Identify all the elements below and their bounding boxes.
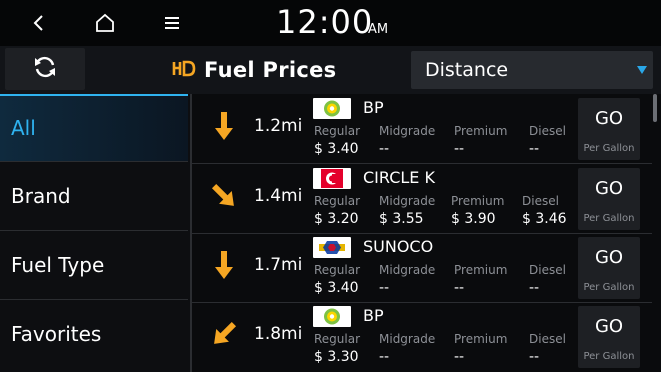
refresh-button[interactable] — [5, 48, 85, 90]
midgrade-price: -- — [379, 349, 390, 365]
midgrade-price: -- — [379, 141, 390, 157]
diesel-price: -- — [529, 280, 540, 296]
down-arrow-icon — [215, 251, 233, 279]
per-gallon-label: Per Gallon — [583, 213, 635, 224]
circle-k-logo — [313, 168, 351, 189]
midgrade-label: Midgrade — [379, 194, 436, 208]
home-icon[interactable] — [90, 8, 120, 38]
go-label: GO — [594, 178, 624, 199]
midgrade-label: Midgrade — [379, 332, 436, 346]
menu-item-brand[interactable]: Brand — [0, 162, 188, 231]
midgrade-label: Midgrade — [379, 124, 436, 138]
station-row[interactable]: 1.4mi CIRCLE K Regular Midgrade Premium … — [192, 164, 652, 234]
down-right-arrow-icon — [211, 183, 234, 206]
bp-logo — [313, 306, 351, 327]
go-button[interactable]: GO Per Gallon — [578, 237, 640, 299]
per-gallon-label: Per Gallon — [583, 282, 635, 293]
menu-item-label: Favorites — [11, 322, 102, 346]
midgrade-price: -- — [379, 280, 390, 296]
menu-item-label: Brand — [11, 184, 71, 208]
premium-price: -- — [454, 349, 465, 365]
sort-dropdown[interactable]: Distance — [411, 51, 653, 89]
back-icon[interactable] — [24, 8, 54, 38]
diesel-label: Diesel — [522, 194, 559, 208]
diesel-label: Diesel — [529, 124, 566, 138]
down-arrow-icon — [215, 112, 233, 140]
midgrade-label: Midgrade — [379, 263, 436, 277]
premium-label: Premium — [451, 194, 505, 208]
go-label: GO — [594, 247, 624, 268]
menu-item-favorites[interactable]: Favorites — [0, 300, 188, 368]
diesel-label: Diesel — [529, 263, 566, 277]
menu-item-label: All — [11, 116, 36, 140]
premium-price: -- — [454, 141, 465, 157]
regular-price: $ 3.40 — [314, 280, 359, 296]
station-name: CIRCLE K — [363, 168, 435, 187]
go-button[interactable]: GO Per Gallon — [578, 306, 640, 368]
diesel-price: $ 3.46 — [522, 211, 567, 227]
regular-label: Regular — [314, 194, 361, 208]
go-button[interactable]: GO Per Gallon — [578, 168, 640, 230]
refresh-icon — [32, 54, 58, 84]
station-distance: 1.7mi — [254, 255, 303, 275]
station-row[interactable]: 1.8mi BP Regular Midgrade Premium Diesel… — [192, 302, 652, 371]
regular-price: $ 3.30 — [314, 349, 359, 365]
down-left-arrow-icon — [214, 321, 237, 344]
regular-label: Regular — [314, 124, 361, 138]
bp-logo — [313, 98, 351, 119]
station-name: BP — [363, 98, 384, 117]
sunoco-logo — [313, 237, 351, 258]
page-title-group: Fuel Prices — [172, 55, 336, 85]
station-name: SUNOCO — [363, 237, 434, 256]
station-distance: 1.4mi — [254, 186, 303, 206]
menu-item-all[interactable]: All — [0, 94, 188, 162]
page-title: Fuel Prices — [204, 58, 337, 82]
fuel-app-icon — [172, 58, 196, 82]
per-gallon-label: Per Gallon — [583, 143, 635, 154]
regular-label: Regular — [314, 332, 361, 346]
per-gallon-label: Per Gallon — [583, 351, 635, 362]
menu-item-fuel-type[interactable]: Fuel Type — [0, 231, 188, 300]
premium-price: $ 3.90 — [451, 211, 496, 227]
station-row[interactable]: 1.7mi SUNOCO Regular Midgrade Premium Di… — [192, 233, 652, 303]
menu-icon[interactable] — [157, 8, 187, 38]
station-row[interactable]: 1.2mi BP Regular Midgrade Premium Diesel… — [192, 94, 652, 164]
regular-price: $ 3.40 — [314, 141, 359, 157]
premium-label: Premium — [454, 124, 508, 138]
active-indicator — [0, 94, 188, 96]
sort-value: Distance — [425, 59, 509, 81]
station-distance: 1.2mi — [254, 116, 303, 136]
premium-price: -- — [454, 280, 465, 296]
go-button[interactable]: GO Per Gallon — [578, 98, 640, 160]
go-label: GO — [594, 108, 624, 129]
menu-item-label: Fuel Type — [11, 253, 105, 277]
midgrade-price: $ 3.55 — [379, 211, 424, 227]
premium-label: Premium — [454, 332, 508, 346]
diesel-price: -- — [529, 349, 540, 365]
diesel-price: -- — [529, 141, 540, 157]
station-name: BP — [363, 306, 384, 325]
regular-label: Regular — [314, 263, 361, 277]
chevron-down-icon — [637, 66, 647, 74]
list-scrollbar[interactable] — [653, 94, 657, 122]
status-bar: 12:00 AM — [0, 0, 661, 46]
filter-menu: All Brand Fuel Type Favorites — [0, 94, 190, 372]
go-label: GO — [594, 316, 624, 337]
clock-ampm: AM — [368, 22, 389, 37]
diesel-label: Diesel — [529, 332, 566, 346]
regular-price: $ 3.20 — [314, 211, 359, 227]
clock-time: 12:00 — [276, 3, 374, 41]
premium-label: Premium — [454, 263, 508, 277]
station-distance: 1.8mi — [254, 324, 303, 344]
